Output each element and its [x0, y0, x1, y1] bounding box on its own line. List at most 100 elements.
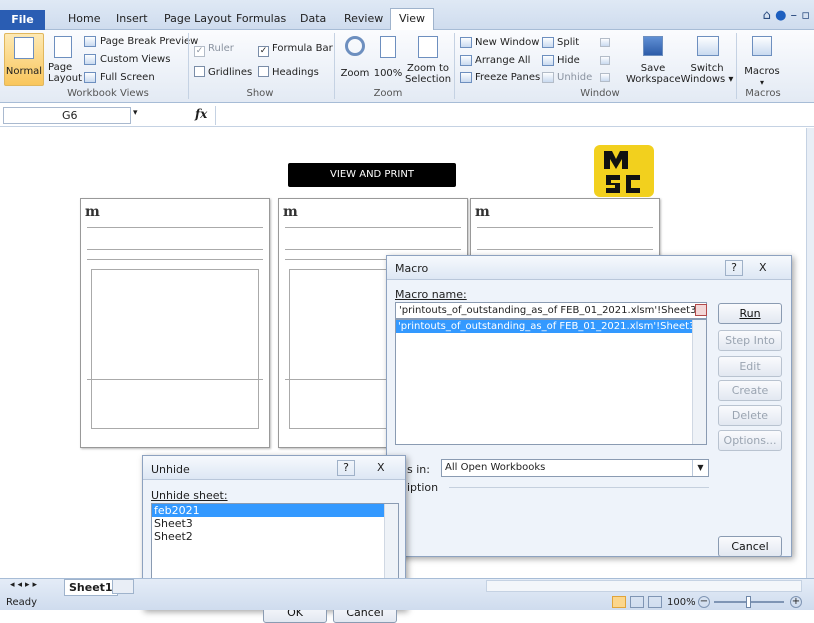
sheet-nav-arrows[interactable]: ◂◂▸▸: [10, 580, 40, 590]
tab-home[interactable]: Home: [68, 12, 100, 25]
zoom-in-icon[interactable]: +: [790, 596, 802, 608]
unhide-sheet-label: Unhide sheet:: [151, 489, 228, 502]
zoom-slider-thumb[interactable]: [746, 596, 751, 608]
freeze-panes-button[interactable]: Freeze Panes ▾: [475, 72, 548, 83]
sheet-tab[interactable]: Sheet1: [64, 579, 118, 596]
tab-insert[interactable]: Insert: [116, 12, 148, 25]
restore-icon[interactable]: –: [791, 8, 798, 23]
macros-icon: [752, 36, 772, 56]
zoom-out-icon[interactable]: −: [698, 596, 710, 608]
arrange-all-icon: [460, 55, 472, 66]
list-item[interactable]: feb2021: [152, 504, 384, 517]
gridlines-checkbox[interactable]: Gridlines: [194, 66, 252, 78]
hide-button[interactable]: Hide: [557, 55, 580, 66]
edit-button[interactable]: Edit: [718, 356, 782, 377]
zoom-100-button[interactable]: 100%: [372, 36, 404, 86]
name-box-dropdown-icon[interactable]: ▾: [133, 108, 138, 118]
sync-scroll-icon[interactable]: [600, 56, 610, 65]
full-screen-button[interactable]: Full Screen: [100, 72, 155, 83]
window-controls[interactable]: ⌂ ● – ▫: [763, 8, 810, 23]
insert-function-icon[interactable]: fx: [195, 107, 207, 121]
unhide-title: Unhide: [151, 463, 190, 476]
tab-data[interactable]: Data: [300, 12, 326, 25]
help-icon[interactable]: ?: [725, 260, 743, 276]
page-layout-label: Page Layout: [48, 62, 82, 84]
headings-checkbox[interactable]: Headings: [258, 66, 319, 78]
description-label: iption: [407, 481, 439, 494]
view-side-by-side-icon[interactable]: [600, 38, 610, 47]
minimize-icon[interactable]: ⌂: [763, 8, 771, 23]
new-window-icon: [460, 37, 472, 48]
close-icon[interactable]: X: [377, 461, 385, 474]
page-break-icon: [84, 36, 96, 47]
group-label-show: Show: [246, 88, 274, 99]
normal-view-icon[interactable]: [612, 596, 626, 608]
zoom-to-selection-button[interactable]: Zoom to Selection: [404, 36, 452, 86]
options-button[interactable]: Options...: [718, 430, 782, 451]
close-icon[interactable]: ▫: [801, 8, 810, 23]
macro-list-scrollbar[interactable]: [692, 320, 706, 444]
page-break-preview-button[interactable]: Page Break Preview: [100, 36, 198, 47]
close-icon[interactable]: X: [759, 261, 767, 274]
status-ready: Ready: [6, 597, 38, 608]
macro-dialog: Macro ? X Macro name: 'printouts_of_outs…: [386, 255, 792, 557]
group-label-zoom: Zoom: [373, 88, 403, 99]
page-layout-view-button[interactable]: Page Layout: [48, 36, 82, 88]
macros-button[interactable]: Macros ▾: [740, 36, 784, 88]
unhide-button[interactable]: Unhide: [557, 72, 592, 83]
macros-in-select[interactable]: All Open Workbooks: [441, 459, 709, 477]
unhide-icon: [542, 72, 554, 83]
ruler-checkbox[interactable]: ✓ Ruler: [194, 43, 234, 57]
page-layout-icon: [54, 36, 72, 58]
step-into-button[interactable]: Step Into: [718, 330, 782, 351]
ribbon-separator: [334, 33, 335, 99]
new-window-button[interactable]: New Window: [475, 37, 539, 48]
cancel-button[interactable]: Cancel: [718, 536, 782, 557]
macro-list[interactable]: 'printouts_of_outstanding_as_of FEB_01_2…: [395, 319, 707, 445]
tab-file[interactable]: File: [0, 10, 45, 30]
create-button[interactable]: Create: [718, 380, 782, 401]
save-workspace-icon: [643, 36, 663, 56]
list-item[interactable]: Sheet3: [152, 517, 398, 530]
group-label-workbook-views: Workbook Views: [67, 88, 149, 99]
tab-page-layout[interactable]: Page Layout: [164, 12, 232, 25]
zoom-button[interactable]: Zoom: [340, 36, 370, 86]
view-and-print-button[interactable]: VIEW AND PRINT: [288, 163, 456, 187]
normal-view-button[interactable]: Normal: [4, 33, 44, 86]
name-box[interactable]: G6: [3, 107, 131, 124]
zoom-level: 100%: [667, 597, 696, 608]
tab-review[interactable]: Review: [344, 12, 383, 25]
macro-name-input[interactable]: 'printouts_of_outstanding_as_of FEB_01_2…: [395, 302, 707, 319]
switch-windows-button[interactable]: Switch Windows ▾: [680, 36, 734, 88]
insert-sheet-icon[interactable]: [112, 579, 134, 594]
collapse-dialog-icon[interactable]: [695, 304, 707, 316]
group-label-window: Window: [580, 88, 620, 99]
run-button[interactable]: Run: [718, 303, 782, 324]
chevron-down-icon[interactable]: ▼: [692, 460, 708, 476]
tab-formulas[interactable]: Formulas: [236, 12, 286, 25]
arrange-all-button[interactable]: Arrange All: [475, 55, 530, 66]
tab-view[interactable]: View: [390, 8, 434, 31]
ribbon-separator: [454, 33, 455, 99]
reset-window-position-icon[interactable]: [600, 73, 610, 82]
switch-windows-icon: [697, 36, 719, 56]
horizontal-scrollbar[interactable]: [486, 580, 802, 592]
macro-list-item[interactable]: 'printouts_of_outstanding_as_of FEB_01_2…: [396, 320, 693, 333]
magnifier-icon: [345, 36, 365, 56]
macro-name-label: Macro name:: [395, 288, 467, 301]
normal-label: Normal: [5, 66, 43, 77]
hide-icon: [542, 55, 554, 66]
page-layout-icon[interactable]: [630, 596, 644, 608]
split-icon: [542, 37, 554, 48]
delete-button[interactable]: Delete: [718, 405, 782, 426]
custom-views-button[interactable]: Custom Views: [100, 54, 170, 65]
formula-input[interactable]: [215, 106, 806, 125]
help-icon[interactable]: ●: [775, 8, 786, 23]
save-workspace-button[interactable]: Save Workspace: [626, 36, 681, 88]
split-button[interactable]: Split: [557, 37, 579, 48]
formula-bar-checkbox[interactable]: ✓ Formula Bar: [258, 43, 333, 57]
page-break-icon[interactable]: [648, 596, 662, 608]
list-item[interactable]: Sheet2: [152, 530, 398, 543]
vertical-scrollbar[interactable]: [806, 128, 814, 578]
help-icon[interactable]: ?: [337, 460, 355, 476]
